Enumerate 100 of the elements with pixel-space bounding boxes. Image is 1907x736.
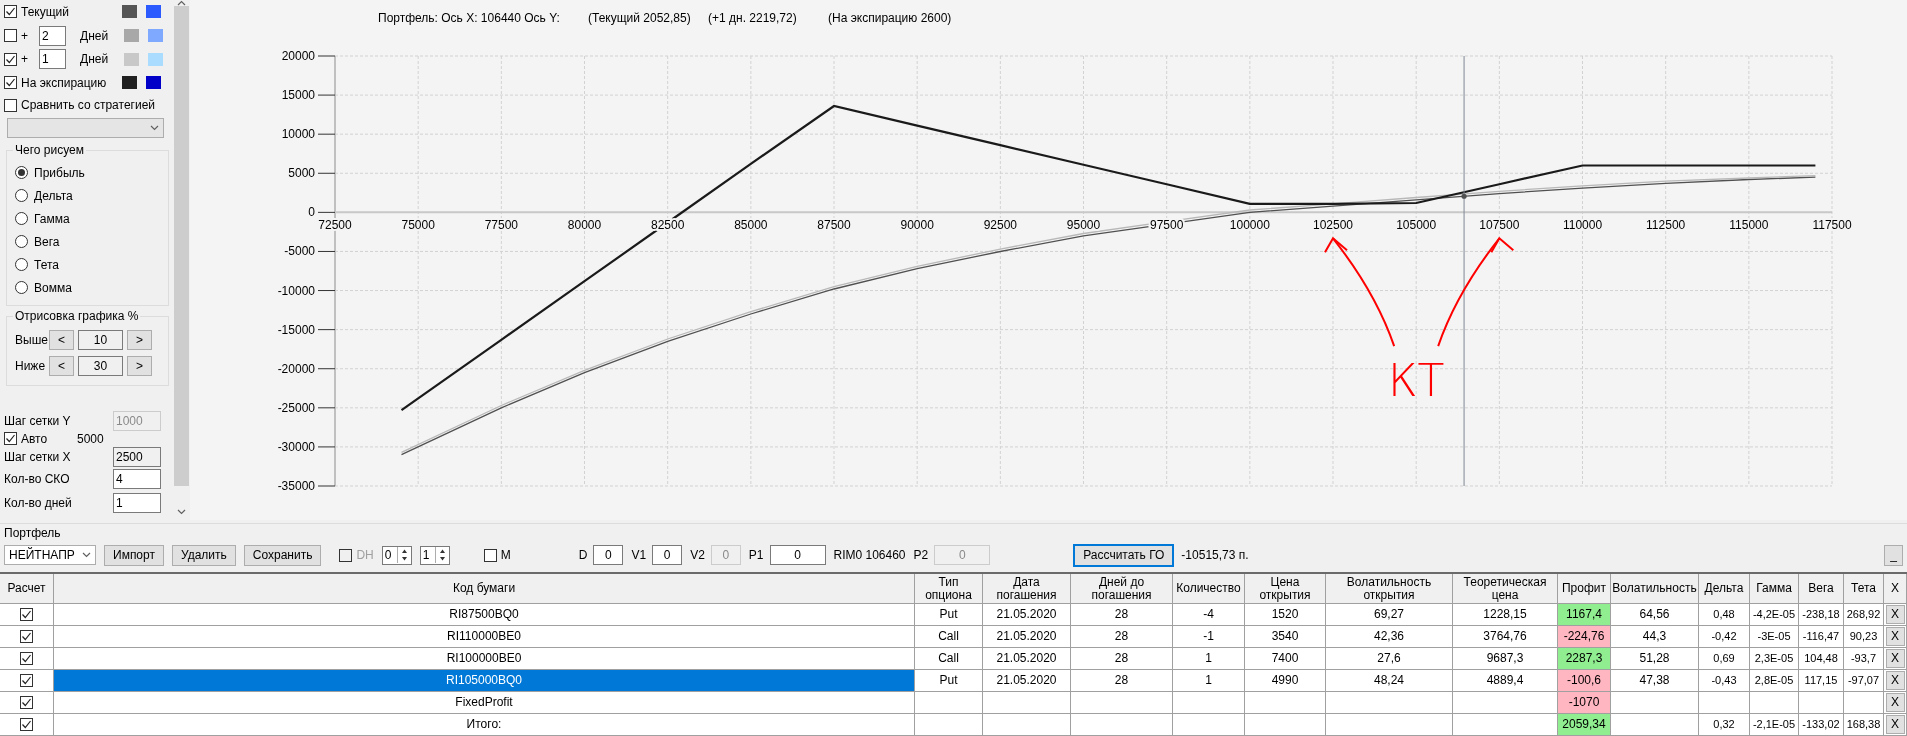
- radio-label: Тета: [34, 257, 59, 272]
- percent-field[interactable]: 30: [78, 356, 123, 377]
- percent-field[interactable]: 10: [78, 330, 123, 351]
- number-field[interactable]: 0: [652, 545, 683, 565]
- checkbox[interactable]: [20, 652, 33, 665]
- radio-button[interactable]: [15, 166, 28, 180]
- table-cell: -238,18: [1799, 604, 1844, 626]
- number-field[interactable]: 4: [113, 469, 161, 490]
- color-swatch[interactable]: [122, 5, 137, 19]
- scroll-up-icon[interactable]: [177, 0, 186, 6]
- checkbox[interactable]: [20, 674, 33, 687]
- toolbar-button[interactable]: Импорт: [104, 544, 164, 566]
- number-field[interactable]: 0: [593, 545, 624, 565]
- minimize-button[interactable]: _: [1884, 544, 1903, 566]
- days-field[interactable]: 2: [39, 25, 66, 46]
- color-swatch[interactable]: [146, 5, 161, 19]
- checkbox[interactable]: [4, 52, 17, 66]
- table-cell: 0,69: [1699, 648, 1750, 670]
- table-cell: -4,2E-05: [1750, 604, 1799, 626]
- table-cell: 69,27: [1326, 604, 1453, 626]
- table-cell: -97,07: [1844, 670, 1884, 692]
- number-field[interactable]: 0: [769, 545, 826, 565]
- color-swatch[interactable]: [124, 29, 139, 42]
- curve-label: Текущий: [21, 4, 70, 19]
- delete-row-button[interactable]: X: [1885, 715, 1905, 734]
- y-tick-label: -30000: [277, 439, 315, 454]
- checkbox[interactable]: [20, 696, 33, 709]
- checkbox[interactable]: [20, 630, 33, 643]
- scrollbar-thumb[interactable]: [174, 6, 189, 486]
- checkbox[interactable]: [4, 29, 17, 42]
- decrease-button[interactable]: <: [49, 330, 74, 351]
- table-cell: 1520: [1245, 604, 1326, 626]
- scroll-down-icon[interactable]: [177, 509, 186, 515]
- checkbox[interactable]: [4, 76, 17, 90]
- table-cell: -1: [1173, 626, 1245, 648]
- toolbar-button[interactable]: Сохранить: [243, 544, 322, 566]
- column-header: Теоретическая цена: [1453, 574, 1558, 604]
- table-cell: [1699, 692, 1750, 714]
- table-cell: 4889,4: [1453, 670, 1558, 692]
- table-cell: Put: [915, 670, 983, 692]
- column-header: Волатильность открытия: [1326, 574, 1453, 604]
- color-swatch[interactable]: [122, 76, 137, 90]
- delete-row-button[interactable]: X: [1885, 671, 1905, 690]
- checkbox[interactable]: [4, 5, 17, 19]
- toolbar-button[interactable]: Удалить: [171, 544, 236, 566]
- table-cell: 1228,15: [1453, 604, 1558, 626]
- number-spinner[interactable]: 0: [381, 545, 412, 565]
- cursor-point: [1461, 193, 1467, 199]
- checkbox[interactable]: [4, 432, 17, 446]
- radio-button[interactable]: [15, 212, 28, 226]
- checkbox[interactable]: [483, 548, 497, 562]
- table-cell: 21.05.2020: [983, 670, 1071, 692]
- x-tick-label: 112500: [1646, 218, 1686, 233]
- color-swatch[interactable]: [148, 52, 163, 66]
- radio-button[interactable]: [15, 258, 28, 272]
- number-field[interactable]: 2500: [113, 447, 161, 468]
- radio-button[interactable]: [15, 189, 28, 203]
- y-tick-label: 0: [308, 205, 315, 220]
- x-tick-label: 87500: [817, 218, 851, 233]
- delete-row-button[interactable]: X: [1885, 693, 1905, 712]
- table-cell: -4: [1173, 604, 1245, 626]
- table-cell: 21.05.2020: [983, 626, 1071, 648]
- calculate-button[interactable]: Рассчитать ГО: [1074, 544, 1174, 566]
- number-field[interactable]: 1: [113, 493, 161, 514]
- series-reading: (+1 дн. 2219,72): [708, 11, 797, 25]
- checkbox[interactable]: [20, 608, 33, 621]
- x-tick-label: 92500: [983, 218, 1017, 233]
- delete-row-button[interactable]: X: [1885, 605, 1905, 624]
- radio-button[interactable]: [15, 281, 28, 295]
- strategy-dropdown[interactable]: НЕЙТНАПР: [4, 545, 96, 565]
- x-tick-label: 117500: [1812, 218, 1852, 233]
- color-swatch[interactable]: [146, 76, 161, 90]
- column-header: X: [1884, 574, 1907, 604]
- checkbox[interactable]: [20, 718, 33, 731]
- field-label: V2: [690, 548, 705, 562]
- table-cell: 3764,76: [1453, 626, 1558, 648]
- number-spinner[interactable]: 1: [419, 545, 450, 565]
- radio-button[interactable]: [15, 235, 28, 249]
- delete-row-button[interactable]: X: [1885, 627, 1905, 646]
- radio-label: Дельта: [34, 188, 73, 203]
- checkbox[interactable]: [4, 98, 17, 112]
- y-tick-label: 20000: [281, 49, 315, 63]
- table-cell: FixedProfit: [54, 692, 915, 714]
- days-field[interactable]: 1: [39, 49, 66, 70]
- table-cell: Put: [915, 604, 983, 626]
- table-cell: 42,36: [1326, 626, 1453, 648]
- color-swatch[interactable]: [148, 29, 163, 42]
- decrease-button[interactable]: <: [49, 356, 74, 377]
- margin-result: -10515,73 п.: [1181, 548, 1249, 562]
- table-cell: 48,24: [1326, 670, 1453, 692]
- chart-readout: Портфель: Ось X: 106440 Ось Y:: [378, 11, 560, 25]
- table-cell: -224,76: [1558, 626, 1611, 648]
- color-swatch[interactable]: [124, 52, 139, 66]
- delete-row-button[interactable]: X: [1885, 649, 1905, 668]
- table-cell: [1173, 692, 1245, 714]
- increase-button[interactable]: >: [127, 356, 152, 377]
- table-cell: [1750, 692, 1799, 714]
- table-cell: Call: [915, 626, 983, 648]
- increase-button[interactable]: >: [127, 330, 152, 351]
- table-cell: 104,48: [1799, 648, 1844, 670]
